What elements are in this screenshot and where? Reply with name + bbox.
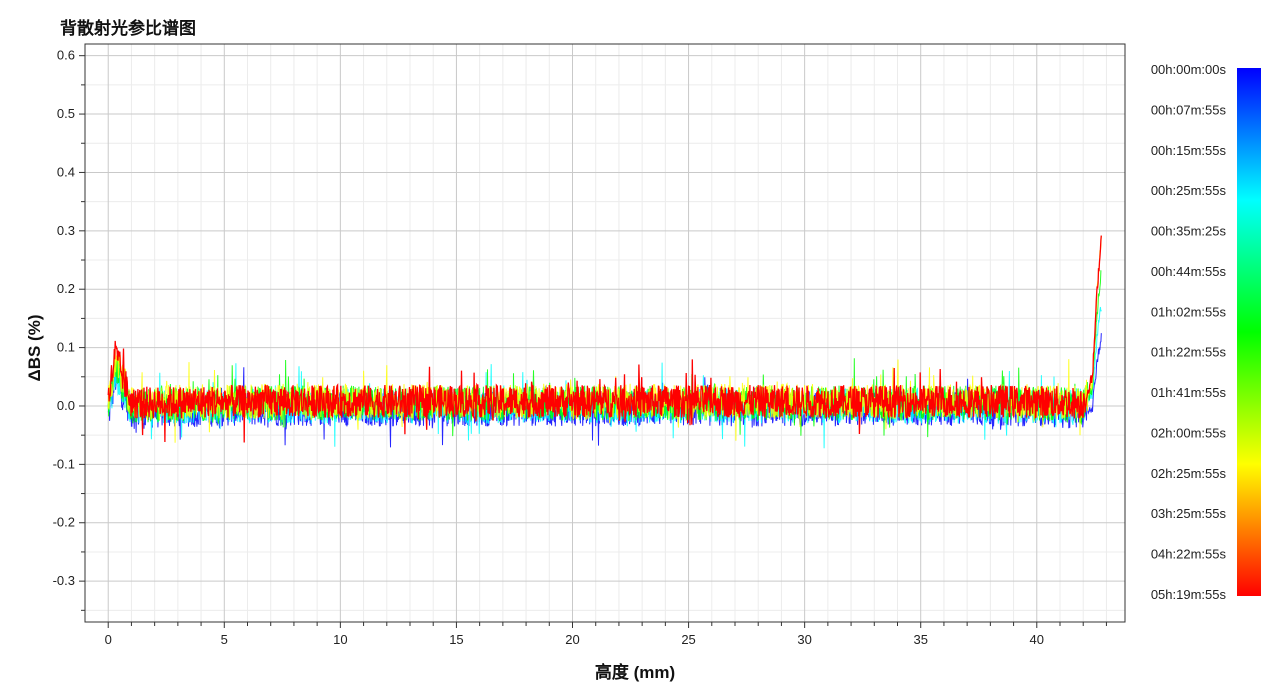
y-axis-label: ΔBS (%) [25,315,44,382]
y-tick-label: 0.4 [57,164,75,179]
x-tick-label: 30 [797,632,811,647]
colorbar [1237,68,1261,596]
x-axis-label: 高度 (mm) [595,662,675,682]
y-tick-label: 0.6 [57,48,75,63]
y-tick-label: 0.3 [57,223,75,238]
legend-label: 05h:19m:55s [1151,587,1227,602]
plot-frame [84,43,1126,623]
x-tick-label: 35 [913,632,927,647]
y-tick-label: 0.1 [57,340,75,355]
x-tick-label: 15 [449,632,463,647]
y-tick-label: 0.2 [57,281,75,296]
x-tick-label: 20 [565,632,579,647]
legend-label: 01h:41m:55s [1151,385,1227,400]
x-tick-label: 5 [221,632,228,647]
y-tick-label: -0.3 [53,573,75,588]
series-line [107,306,1102,449]
legend-label: 04h:22m:55s [1151,547,1227,562]
y-tick-label: -0.2 [53,515,75,530]
legend-label: 02h:00m:55s [1151,425,1227,440]
legend-label: 00h:07m:55s [1151,102,1227,117]
legend: 00h:00m:00s 00h:07m:55s 00h:15m:55s 00h:25m… [1151,62,1227,602]
major-grid [85,44,1125,622]
legend-label: 01h:02m:55s [1151,304,1227,319]
x-tick-label: 40 [1030,632,1044,647]
legend-label: 02h:25m:55s [1151,466,1227,481]
legend-label: 01h:22m:55s [1151,345,1227,360]
legend-label: 00h:00m:00s [1151,62,1227,77]
x-tick-label: 10 [333,632,347,647]
legend-label: 00h:15m:55s [1151,143,1227,158]
y-tick-label: 0.5 [57,106,75,121]
x-tick-label: 25 [681,632,695,647]
legend-label: 00h:44m:55s [1151,264,1227,279]
chart: 背散射光参比谱图 0 5 10 15 20 25 30 35 40 -0.3 -0.2 -0.1 0.… [25,18,1261,682]
y-tick-label: 0.0 [57,398,75,413]
x-tick-label: 0 [105,632,112,647]
chart-title: 背散射光参比谱图 [60,18,196,39]
legend-label: 03h:25m:55s [1151,506,1227,521]
y-tick-label: -0.1 [53,456,75,471]
y-axis: -0.3 -0.2 -0.1 0.0 0.1 0.2 0.3 0.4 0.5 0.6 [53,48,85,611]
minor-grid [85,44,1125,622]
x-axis: 0 5 10 15 20 25 30 35 40 [85,621,1125,647]
legend-label: 00h:35m:25s [1151,224,1227,239]
legend-label: 00h:25m:55s [1151,183,1227,198]
series-layer [107,235,1102,449]
